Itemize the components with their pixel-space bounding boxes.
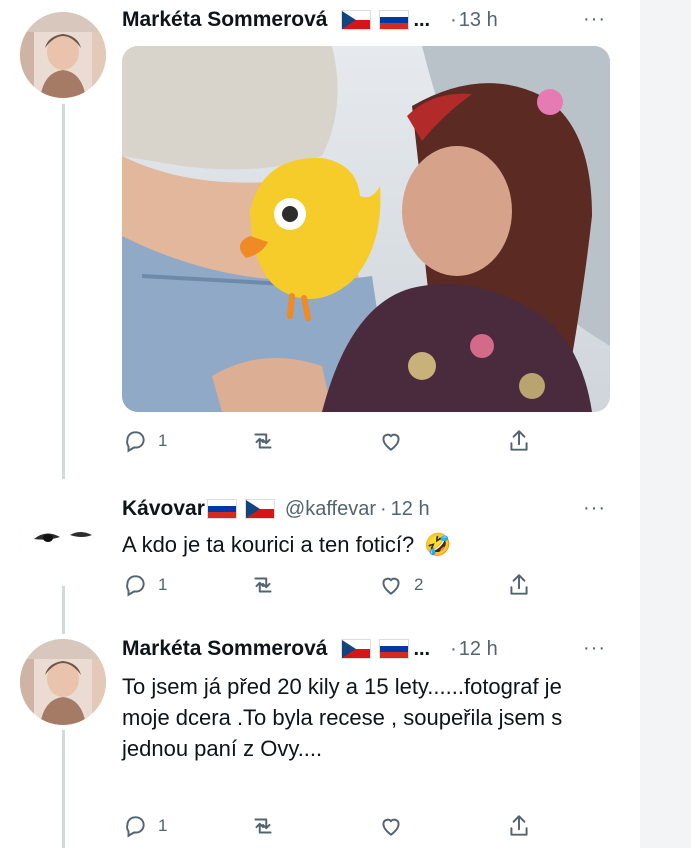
timestamp[interactable]: 13 h [459,9,498,32]
share-icon [510,430,528,451]
author-name[interactable]: Markéta Sommerová [122,637,327,661]
reply-count: 1 [158,575,168,594]
reply-button[interactable]: 1 [122,572,167,598]
heart-icon [382,818,400,836]
avatar[interactable] [20,497,106,583]
tweet-header: Markéta Sommerová ... · 12 h [122,637,498,661]
retweet-icon [254,577,272,593]
avatar[interactable] [20,12,106,98]
name-ellipsis: ... [413,637,431,660]
avatar[interactable] [20,639,106,725]
reply-icon [126,431,145,453]
tweet-text: To jsem já před 20 kily a 15 lety......f… [122,674,563,761]
reply-button[interactable]: 1 [122,428,167,454]
tweet[interactable]: Markéta Sommerová ... · 13 h ··· 1 [0,0,640,470]
czech-flag-icon [341,639,372,659]
tweet-text: A kdo je ta kourici a ten foticí? 🤣 [122,529,582,560]
reply-icon [126,575,145,597]
russian-flag-icon [379,10,410,30]
tweet-header: Markéta Sommerová ... · 13 h [122,8,498,32]
name-ellipsis: ... [413,8,431,31]
tweet-actions: 1 [122,428,528,458]
retweet-icon [254,433,272,449]
more-options-icon[interactable]: ··· [583,497,606,520]
tweet-header: Kávovar @kaffevar · 12 h [122,497,430,521]
reply-count: 1 [158,431,168,450]
like-button[interactable] [378,428,404,454]
reply-icon [126,816,145,838]
like-button[interactable] [378,813,404,839]
like-count: 2 [414,575,424,594]
russian-flag-icon [379,639,410,659]
separator-dot: · [450,637,457,660]
heart-icon [382,577,400,595]
like-button[interactable]: 2 [378,572,423,598]
heart-icon [382,433,400,451]
reply-count: 1 [158,816,168,835]
author-name[interactable]: Kávovar [122,497,205,521]
separator-dot: · [379,497,387,520]
retweet-button[interactable] [250,813,276,839]
more-options-icon[interactable]: ··· [583,8,606,31]
czech-flag-icon [244,499,275,519]
tweet[interactable]: Markéta Sommerová ... · 12 h ··· To jsem… [0,627,640,848]
more-options-icon[interactable]: ··· [583,637,606,660]
share-button[interactable] [506,428,532,454]
author-handle[interactable]: @kaffevar [285,498,376,521]
author-name[interactable]: Markéta Sommerová [122,8,327,32]
right-gutter [640,0,691,848]
share-icon [510,574,528,595]
russian-flag-icon [206,499,237,519]
tweet-actions: 1 [122,813,528,843]
timestamp[interactable]: 12 h [459,638,498,661]
reply-button[interactable]: 1 [122,813,167,839]
separator-dot: · [450,8,457,31]
tweet[interactable]: Kávovar @kaffevar · 12 h ··· A kdo je ta… [0,485,640,625]
retweet-button[interactable] [250,428,276,454]
timestamp[interactable]: 12 h [391,498,430,521]
tweet-photo[interactable] [122,46,610,412]
tweet-text-content: A kdo je ta kourici a ten foticí? [122,532,415,557]
retweet-icon [254,818,272,834]
laughing-emoji-icon: 🤣 [424,532,452,557]
retweet-button[interactable] [250,572,276,598]
share-button[interactable] [506,813,532,839]
share-icon [510,815,528,836]
tweet-actions: 1 2 [122,572,528,602]
share-button[interactable] [506,572,532,598]
czech-flag-icon [341,10,372,30]
